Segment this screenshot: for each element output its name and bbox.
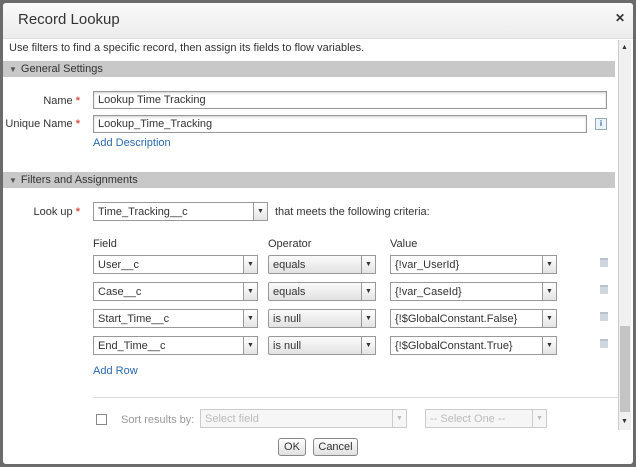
column-header-field: Field [93, 238, 117, 250]
chevron-down-icon: ▼ [362, 309, 376, 328]
chevron-down-icon: ▼ [244, 336, 258, 355]
collapse-triangle-icon: ▼ [9, 176, 17, 185]
field-select[interactable]: User__c▼ [93, 255, 258, 274]
dialog-description: Use filters to find a specific record, t… [9, 42, 364, 54]
chevron-down-icon: ▼ [543, 336, 557, 355]
chevron-down-icon: ▼ [362, 255, 376, 274]
lookup-label: Look up * [3, 206, 80, 218]
lookup-object-select[interactable]: Time_Tracking__c▼ [93, 202, 268, 221]
add-description-link[interactable]: Add Description [93, 137, 171, 149]
info-icon[interactable]: i [595, 118, 607, 130]
sort-field-select[interactable]: Select field▼ [200, 409, 407, 428]
field-select[interactable]: Case__c▼ [93, 282, 258, 301]
trash-icon[interactable] [600, 339, 608, 348]
trash-icon[interactable] [600, 312, 608, 321]
field-select[interactable]: End_Time__c▼ [93, 336, 258, 355]
chevron-down-icon: ▼ [543, 282, 557, 301]
section-title: Filters and Assignments [21, 174, 138, 186]
operator-select[interactable]: is null▼ [268, 336, 376, 355]
trash-icon[interactable] [600, 285, 608, 294]
sort-label: Sort results by: [121, 414, 194, 426]
chevron-down-icon: ▼ [533, 409, 547, 428]
chevron-down-icon: ▼ [244, 255, 258, 274]
value-select[interactable]: {!$GlobalConstant.True}▼ [390, 336, 557, 355]
value-select[interactable]: {!$GlobalConstant.False}▼ [390, 309, 557, 328]
cancel-button[interactable]: Cancel [313, 438, 358, 456]
sort-checkbox[interactable] [96, 414, 107, 425]
trash-icon[interactable] [600, 258, 608, 267]
criteria-text: that meets the following criteria: [275, 206, 430, 218]
chevron-down-icon: ▼ [362, 336, 376, 355]
chevron-down-icon: ▼ [244, 309, 258, 328]
ok-button[interactable]: OK [278, 438, 306, 456]
sort-order-select[interactable]: -- Select One --▼ [425, 409, 547, 428]
collapse-triangle-icon: ▼ [9, 65, 17, 74]
operator-select[interactable]: equals▼ [268, 255, 376, 274]
section-filters-assignments[interactable]: ▼ Filters and Assignments [3, 172, 615, 188]
add-row-link[interactable]: Add Row [93, 365, 138, 377]
chevron-down-icon: ▼ [543, 309, 557, 328]
scrollbar[interactable]: ▲ ▼ [618, 40, 631, 430]
dialog-title: Record Lookup [18, 11, 120, 28]
chevron-down-icon: ▼ [254, 202, 268, 221]
column-header-operator: Operator [268, 238, 311, 250]
chevron-down-icon: ▼ [244, 282, 258, 301]
chevron-down-icon: ▼ [393, 409, 407, 428]
scroll-up-icon: ▲ [621, 44, 628, 51]
field-select[interactable]: Start_Time__c▼ [93, 309, 258, 328]
name-input[interactable]: Lookup Time Tracking [93, 91, 607, 109]
name-label: Name * [3, 95, 80, 107]
operator-select[interactable]: is null▼ [268, 309, 376, 328]
value-select[interactable]: {!var_UserId}▼ [390, 255, 557, 274]
unique-name-label: Unique Name * [3, 118, 80, 130]
dialog-header: Record Lookup ✕ [3, 3, 633, 39]
column-header-value: Value [390, 238, 417, 250]
scrollbar-thumb[interactable] [620, 326, 630, 412]
operator-select[interactable]: equals▼ [268, 282, 376, 301]
scroll-down-icon: ▼ [621, 418, 628, 425]
chevron-down-icon: ▼ [362, 282, 376, 301]
unique-name-input[interactable]: Lookup_Time_Tracking [93, 115, 587, 133]
section-general-settings[interactable]: ▼ General Settings [3, 61, 615, 77]
value-select[interactable]: {!var_CaseId}▼ [390, 282, 557, 301]
section-title: General Settings [21, 63, 103, 75]
divider [93, 397, 618, 398]
close-icon[interactable]: ✕ [615, 11, 625, 25]
record-lookup-dialog: Record Lookup ✕ Use filters to find a sp… [3, 3, 633, 464]
chevron-down-icon: ▼ [543, 255, 557, 274]
